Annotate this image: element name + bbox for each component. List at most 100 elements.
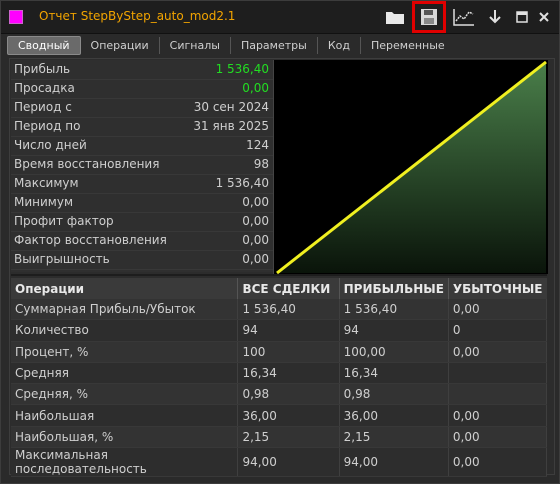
summary-row-recovery-factor: Фактор восстановления 0,00: [11, 231, 273, 251]
table-row: Максимальная последовательность 94,00 94…: [11, 447, 548, 478]
floppy-disk-icon[interactable]: [412, 1, 446, 33]
folder-icon[interactable]: [384, 6, 406, 28]
table-cell: 0,00: [448, 404, 548, 427]
summary-row-period-from: Период с 30 сен 2024: [11, 98, 273, 118]
table-cell: 16,34: [339, 362, 449, 385]
table-cell: 1 536,40: [237, 299, 340, 321]
table-cell: 36,00: [339, 404, 449, 427]
table-cell: 1 536,40: [339, 299, 449, 321]
tab-variables[interactable]: Переменные: [361, 37, 455, 54]
section-divider: [11, 274, 547, 276]
summary-label: Число дней: [14, 138, 87, 152]
summary-row-minimum: Минимум 0,00: [11, 193, 273, 213]
equity-chart: [273, 60, 548, 275]
title-bar: Отчет StepByStep_auto_mod2.1: [1, 1, 559, 34]
summary-value: 1 536,40: [215, 176, 269, 190]
summary-value: 124: [246, 138, 269, 152]
summary-value: 30 сен 2024: [193, 100, 269, 114]
column-header[interactable]: ПРИБЫЛЬНЫЕ: [339, 278, 449, 299]
summary-value: 31 янв 2025: [193, 119, 269, 133]
summary-row-recovery-time: Время восстановления 98: [11, 155, 273, 175]
table-cell: 16,34: [237, 362, 340, 385]
summary-value: 98: [253, 157, 269, 171]
minimize-icon[interactable]: [513, 6, 531, 28]
summary-label: Фактор восстановления: [14, 233, 167, 247]
summary-label: Минимум: [14, 195, 74, 209]
summary-label: Период по: [14, 119, 81, 133]
close-icon[interactable]: [535, 6, 553, 28]
table-cell: 2,15: [339, 426, 449, 449]
arrow-down-icon[interactable]: [485, 6, 505, 28]
table-cell: 94: [339, 319, 449, 342]
report-window: Отчет StepByStep_auto_mod2.1 Сводный Опе…: [0, 0, 560, 484]
table-cell: 0,00: [448, 341, 548, 363]
table-row: Наибольшая, % 2,15 2,15 0,00: [11, 426, 548, 449]
table-cell: [448, 362, 548, 385]
table-cell: 36,00: [237, 404, 340, 427]
table-row: Средняя, % 0,98 0,98: [11, 383, 548, 406]
tab-bar: Сводный Операции Сигналы Параметры Код П…: [7, 36, 553, 55]
summary-label: Прибыль: [14, 62, 71, 76]
summary-label: Профит фактор: [14, 214, 114, 228]
summary-row-profit-factor: Профит фактор 0,00: [11, 212, 273, 232]
summary-value: 0,00: [242, 214, 269, 228]
tab-signals[interactable]: Сигналы: [160, 37, 231, 54]
table-row: Процент, % 100 100,00 0,00: [11, 341, 548, 363]
table-cell: 0: [448, 319, 548, 342]
tab-code[interactable]: Код: [318, 37, 361, 54]
table-cell: Суммарная Прибыль/Убыток: [11, 299, 239, 321]
summary-value: 0,00: [242, 252, 269, 266]
summary-value: 1 536,40: [215, 62, 269, 76]
table-cell: Средняя: [11, 362, 239, 385]
table-cell: Наибольшая, %: [11, 426, 239, 449]
table-cell: 0,98: [339, 383, 449, 406]
tab-parameters[interactable]: Параметры: [231, 37, 318, 54]
summary-value: 0,00: [242, 81, 269, 95]
tab-summary[interactable]: Сводный: [7, 36, 81, 55]
operations-stats-table: Операции ВСЕ СДЕЛКИ ПРИБЫЛЬНЫЕ УБЫТОЧНЫЕ…: [11, 278, 548, 478]
table-cell: [448, 383, 548, 406]
table-cell: 2,15: [237, 426, 340, 449]
table-cell: 94,00: [237, 447, 340, 478]
summary-row-win-rate: Выигрышность 0,00: [11, 250, 273, 270]
tab-operations[interactable]: Операции: [81, 37, 160, 54]
table-row: Суммарная Прибыль/Убыток 1 536,40 1 536,…: [11, 299, 548, 321]
summary-value: 0,00: [242, 233, 269, 247]
table-cell: Средняя, %: [11, 383, 239, 406]
table-header-row: Операции ВСЕ СДЕЛКИ ПРИБЫЛЬНЫЕ УБЫТОЧНЫЕ: [11, 278, 547, 299]
summary-label: Выигрышность: [14, 252, 110, 266]
table-cell: 100: [237, 341, 340, 363]
table-cell: Процент, %: [11, 341, 239, 363]
chart-icon[interactable]: [451, 6, 477, 28]
table-row: Наибольшая 36,00 36,00 0,00: [11, 404, 548, 427]
table-cell: 100,00: [339, 341, 449, 363]
window-title: Отчет StepByStep_auto_mod2.1: [39, 9, 236, 23]
summary-row-maximum: Максимум 1 536,40: [11, 174, 273, 194]
summary-value: 0,00: [242, 195, 269, 209]
table-cell: 94: [237, 319, 340, 342]
table-row: Количество 94 94 0: [11, 319, 548, 342]
table-cell: 0,98: [237, 383, 340, 406]
column-header[interactable]: ВСЕ СДЕЛКИ: [237, 278, 340, 299]
table-cell: 0,00: [448, 426, 548, 449]
table-cell: Максимальная последовательность: [11, 447, 239, 478]
table-cell: 0,00: [448, 299, 548, 321]
equity-chart-svg: [276, 60, 547, 275]
summary-label: Максимум: [14, 176, 79, 190]
table-cell: 0,00: [448, 447, 548, 478]
summary-row-days: Число дней 124: [11, 136, 273, 156]
column-header[interactable]: УБЫТОЧНЫЕ: [448, 278, 547, 299]
table-cell: 94,00: [339, 447, 449, 478]
summary-table: Прибыль 1 536,40 Просадка 0,00 Период с …: [11, 60, 273, 272]
summary-row-profit: Прибыль 1 536,40: [11, 60, 273, 80]
app-icon: [9, 10, 23, 24]
table-cell: Количество: [11, 319, 239, 342]
summary-row-period-to: Период по 31 янв 2025: [11, 117, 273, 137]
table-row: Средняя 16,34 16,34: [11, 362, 548, 385]
summary-row-drawdown: Просадка 0,00: [11, 79, 273, 99]
summary-label: Период с: [14, 100, 72, 114]
summary-label: Время восстановления: [14, 157, 160, 171]
summary-label: Просадка: [14, 81, 75, 95]
table-cell: Наибольшая: [11, 404, 239, 427]
column-header[interactable]: Операции: [11, 278, 239, 299]
